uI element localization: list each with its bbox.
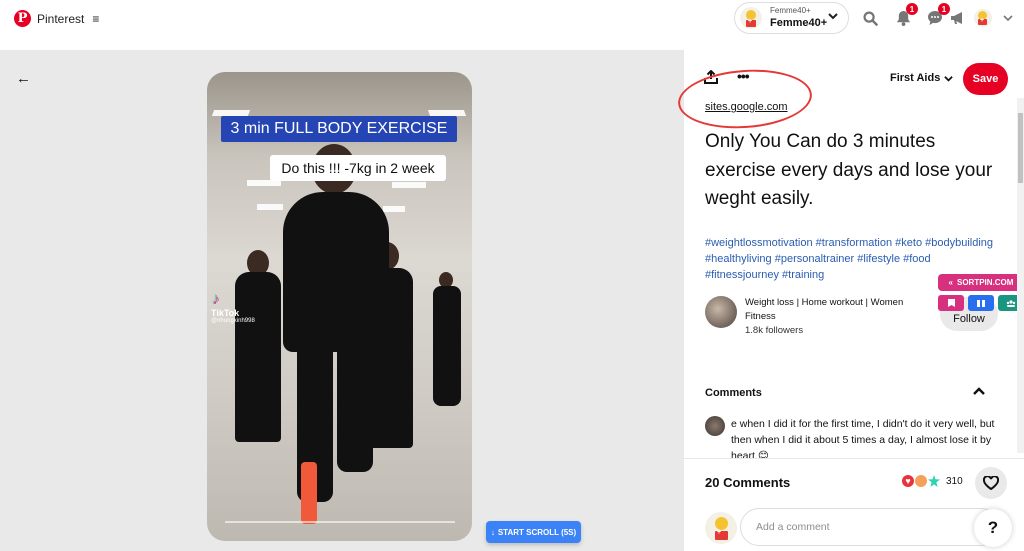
scrollbar-thumb[interactable] [1018,113,1023,183]
save-button[interactable]: Save [963,63,1008,95]
reaction-count: 310 [946,475,963,487]
users-icon [1006,299,1016,307]
wow-reaction-icon [915,475,927,487]
account-name: Femme40+ [770,17,828,30]
back-arrow-icon[interactable]: ← [16,70,31,87]
comment-text: e when I did it for the first time, I di… [731,418,995,458]
react-heart-button[interactable] [975,467,1007,499]
chevron-up-icon[interactable] [973,383,985,398]
notifications-badge: 1 [906,3,918,15]
messages-icon[interactable]: 1 [925,3,950,28]
heart-reaction-icon: ♥ [902,475,914,487]
comments-header[interactable]: Comments [705,387,762,399]
account-avatar [740,7,762,29]
chevron-down-icon [828,11,838,23]
heart-outline-icon [983,476,999,490]
columns-icon [977,299,985,307]
tiktok-watermark: ♪ TikTok @nhungxinh998 [211,290,255,324]
creator-avatar[interactable] [705,296,737,328]
pin-title: Only You Can do 3 minutes exercise every… [705,131,993,209]
more-options-icon[interactable]: ••• [737,68,750,84]
comments-count: 20 Comments [705,475,791,490]
my-avatar [705,512,737,544]
menu-icon[interactable]: ≡ [92,12,99,26]
creator-followers: 1.8k followers [745,325,804,336]
pin-video[interactable]: 3 min FULL BODY EXERCISE Do this !!! -7k… [207,72,472,541]
logo-text: Pinterest [37,11,85,26]
commenter-avatar[interactable] [705,416,725,436]
account-menu-chevron-icon[interactable] [998,8,1018,28]
sortpin-bookmark-button[interactable] [938,295,964,311]
star-reaction-icon [928,475,940,487]
megaphone-icon[interactable] [948,8,968,28]
creator-name[interactable]: Weight loss | Home workout | Women Fitne… [745,296,920,324]
account-small-label: Femme40+ [770,5,811,15]
comments-footer: 20 Comments ♥ 310 Add a comment ? [684,458,1024,551]
pin-details-panel: ••• First Aids Save sites.google.com Onl… [676,50,1024,551]
notifications-bell-icon[interactable]: 1 [893,3,918,28]
sortpin-extension-button[interactable]: « SORTPIN.COM [938,274,1024,291]
source-link[interactable]: sites.google.com [705,101,788,113]
panel-scrollbar[interactable] [1017,98,1024,453]
share-icon[interactable] [704,69,718,87]
pin-media-area: ← 3 min FULL BODY EXERCISE Do this !!! -… [0,50,684,551]
pinterest-logo[interactable]: P Pinterest ≡ [14,10,99,27]
video-caption-title: 3 min FULL BODY EXERCISE [221,116,457,142]
help-button[interactable]: ? [974,509,1012,547]
tiktok-logo-icon: ♪ [211,290,219,307]
top-bar: P Pinterest ≡ Femme40+ Femme40+ 1 1 [0,0,1024,50]
profile-avatar[interactable] [973,8,993,28]
comment-item: e when I did it for the first time, I di… [705,416,1001,458]
video-caption-subtitle: Do this !!! -7kg in 2 week [270,155,446,181]
chevron-down-icon [944,76,954,82]
sortpin-columns-button[interactable] [968,295,994,311]
search-icon[interactable] [860,8,880,28]
bookmark-icon [947,299,955,307]
pinterest-logo-icon: P [14,10,31,27]
video-progress-bar[interactable] [225,521,455,523]
add-comment-input[interactable]: Add a comment [740,508,1000,546]
account-switcher[interactable]: Femme40+ Femme40+ [734,2,849,34]
creator-info[interactable]: Weight loss | Home workout | Women Fitne… [705,296,920,338]
start-scroll-button[interactable]: ↓ START SCROLL (5S) [486,521,581,543]
reactions-summary[interactable]: ♥ 310 [902,475,963,487]
arrow-down-icon: ↓ [490,527,495,537]
double-chevron-left-icon: « [948,278,953,287]
board-selector[interactable]: First Aids [890,72,954,84]
